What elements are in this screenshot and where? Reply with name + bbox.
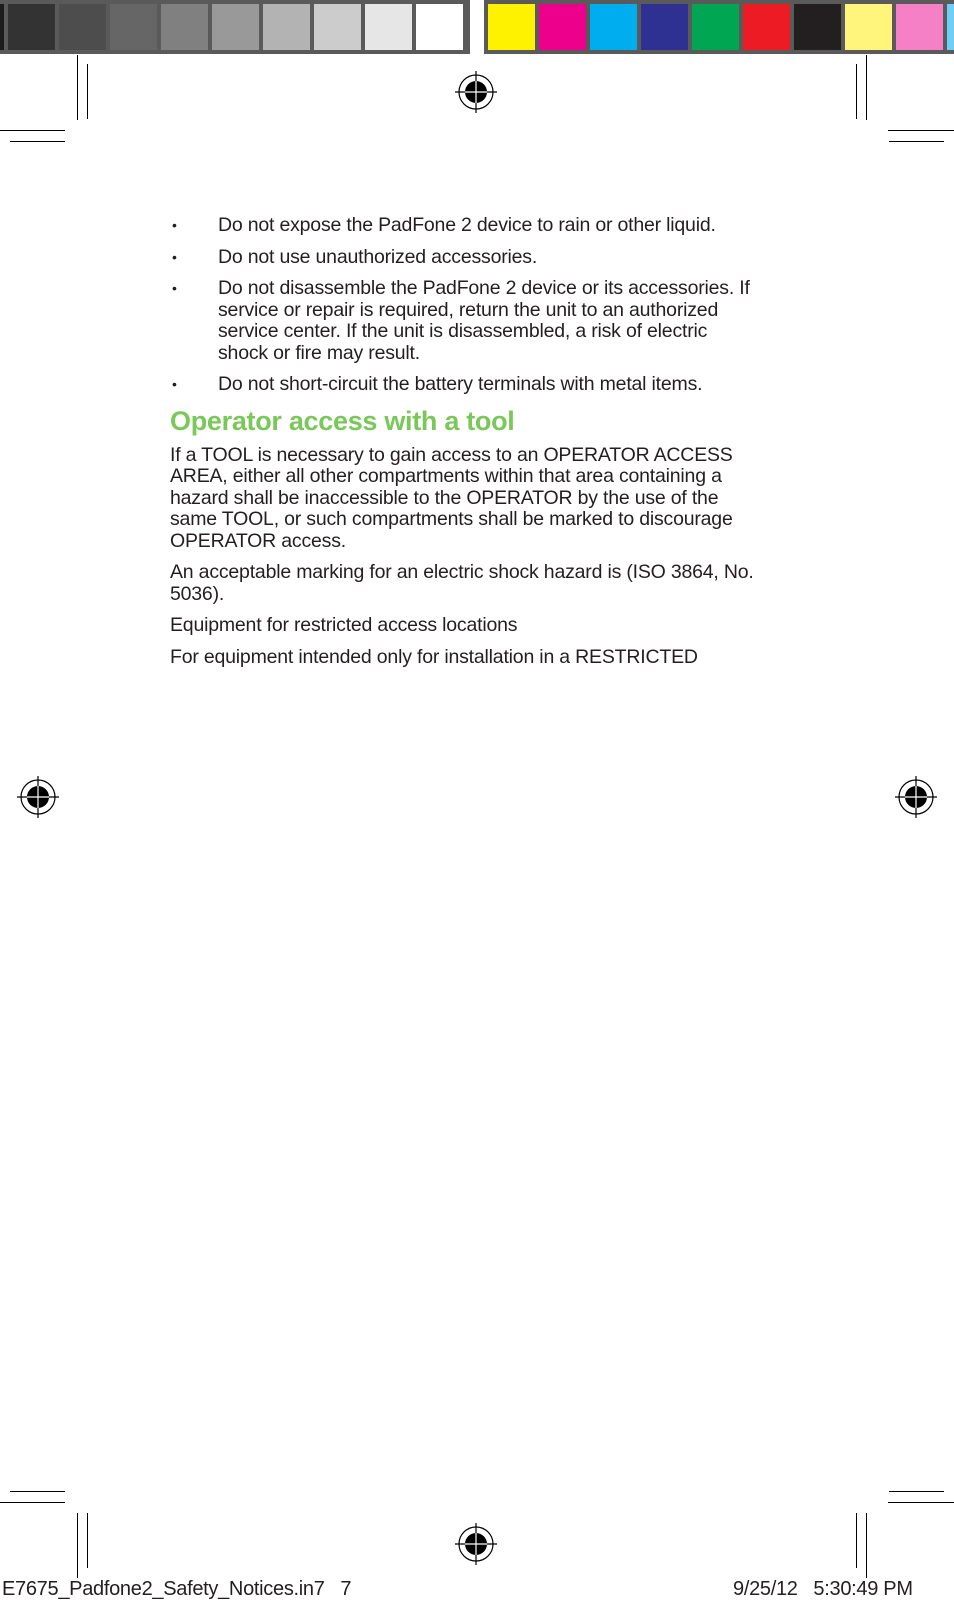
bullet-item: • Do not short-circuit the battery termi… xyxy=(170,373,760,396)
footer-timestamp: 9/25/12 5:30:49 PM xyxy=(733,1578,913,1601)
crop-mark xyxy=(866,1513,867,1578)
footer-date: 9/25/12 xyxy=(733,1578,798,1600)
color-swatch-light-yellow xyxy=(845,4,892,50)
color-swatch-green xyxy=(692,4,739,50)
section-heading: Operator access with a tool xyxy=(170,405,515,436)
gray-swatch xyxy=(8,4,55,50)
bullet-icon: • xyxy=(172,217,177,233)
crop-mark xyxy=(889,141,944,142)
crop-mark xyxy=(856,64,857,119)
bullet-icon: • xyxy=(172,248,177,265)
color-swatch-black xyxy=(794,4,841,50)
registration-mark-icon xyxy=(17,776,59,818)
gray-swatch xyxy=(314,4,361,50)
color-swatch-light-cyan xyxy=(947,4,954,50)
gray-swatch xyxy=(0,4,4,50)
bullet-item: • Do not disassemble the PadFone 2 devic… xyxy=(170,277,760,364)
bullet-item: • Do not use unauthorized accessories. xyxy=(170,245,760,269)
gray-swatch xyxy=(263,4,310,50)
gray-swatch xyxy=(212,4,259,50)
color-swatch-magenta xyxy=(539,4,586,50)
footer-file-info: E7675_Padfone2_Safety_Notices.in7 7 xyxy=(2,1578,351,1601)
process-color-bar xyxy=(484,0,954,54)
color-swatch-yellow xyxy=(488,4,535,50)
bullet-text: Do not use unauthorized accessories. xyxy=(218,245,538,268)
gray-swatch xyxy=(110,4,157,50)
color-swatch-cyan xyxy=(590,4,637,50)
crop-mark xyxy=(866,55,867,120)
crop-mark xyxy=(889,1491,944,1492)
bullet-text: Do not disassemble the xyxy=(218,277,423,299)
crop-mark xyxy=(10,141,65,142)
footer-time: 5:30:49 PM xyxy=(813,1578,913,1600)
gray-swatch xyxy=(365,4,412,50)
crop-mark xyxy=(87,1513,88,1568)
registration-mark-icon xyxy=(895,776,937,818)
safety-notice-content: • Do not expose the PadFone 2 device to … xyxy=(170,214,760,678)
crop-mark xyxy=(87,64,88,119)
crop-mark xyxy=(10,1491,65,1492)
paragraph: Equipment for restricted access location… xyxy=(170,614,518,636)
bullet-emphasis: PadFone 2 device to rain or other liquid… xyxy=(378,214,716,236)
footer-file-name: E7675_Padfone2_Safety_Notices.in7 xyxy=(2,1578,325,1600)
crop-mark xyxy=(77,55,78,120)
paragraph: For equipment intended only for installa… xyxy=(170,645,698,668)
bullet-emphasis: PadFone 2 device or its accessories. xyxy=(422,277,735,299)
crop-mark xyxy=(888,130,954,131)
crop-mark xyxy=(856,1513,857,1568)
grayscale-color-bar xyxy=(0,0,470,54)
bullet-text: Do not short-circuit the battery termina… xyxy=(218,373,703,395)
color-swatch-blue xyxy=(641,4,688,50)
registration-mark-icon xyxy=(455,1523,497,1565)
paragraph: An acceptable marking for an electric sh… xyxy=(170,561,754,605)
registration-mark-icon xyxy=(455,71,497,113)
bullet-icon: • xyxy=(172,376,177,392)
bullet-text: Do not expose the xyxy=(218,214,379,236)
crop-mark xyxy=(77,1513,78,1578)
color-swatch-pink xyxy=(896,4,943,50)
gray-swatch xyxy=(161,4,208,50)
color-swatch-red xyxy=(743,4,790,50)
crop-mark xyxy=(0,1502,65,1503)
gray-swatch xyxy=(416,4,463,50)
gray-swatch xyxy=(59,4,106,50)
bullet-icon: • xyxy=(172,280,177,296)
footer-page-number: 7 xyxy=(340,1578,352,1600)
crop-mark xyxy=(888,1502,954,1503)
bullet-item: • Do not expose the PadFone 2 device to … xyxy=(170,214,760,237)
crop-mark xyxy=(0,130,65,131)
paragraph: If a TOOL is necessary to gain access to… xyxy=(170,443,733,552)
